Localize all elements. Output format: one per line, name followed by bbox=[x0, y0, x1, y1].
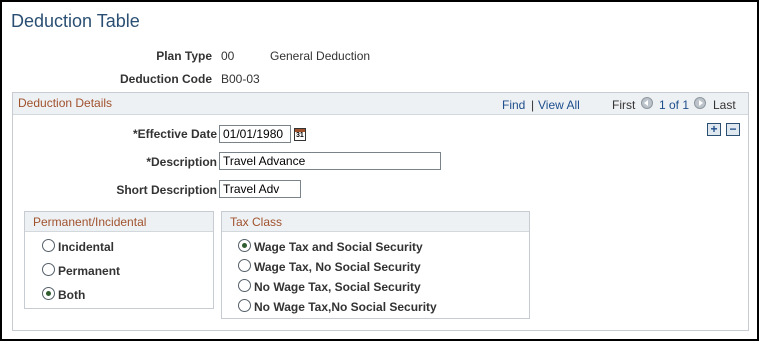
deduction-code-value: B00-03 bbox=[221, 72, 260, 86]
deduction-details-section: Deduction Details Find | View All First … bbox=[12, 92, 749, 331]
deduction-details-title: Deduction Details bbox=[18, 96, 113, 110]
tax-class-title: Tax Class bbox=[230, 215, 283, 229]
nav-separator: | bbox=[531, 98, 535, 112]
wage-tax-and-social-security-label: Wage Tax and Social Security bbox=[254, 240, 423, 254]
find-link[interactable]: Find bbox=[502, 98, 525, 112]
calendar-icon[interactable]: 31 bbox=[294, 128, 306, 141]
permanent-incidental-group: Permanent/Incidental Incidental Permanen… bbox=[24, 211, 214, 309]
plan-type-label: Plan Type bbox=[156, 49, 212, 63]
page-frame: Deduction Table Plan Type 00 General Ded… bbox=[0, 0, 759, 341]
deduction-code-label: Deduction Code bbox=[120, 72, 212, 86]
view-all-link[interactable]: View All bbox=[538, 98, 580, 112]
permanent-incidental-header: Permanent/Incidental bbox=[25, 212, 213, 232]
both-label: Both bbox=[58, 288, 86, 302]
first-label: First bbox=[612, 98, 636, 112]
effective-date-field[interactable]: 01/01/1980 bbox=[219, 125, 291, 143]
plan-type-code: 00 bbox=[221, 49, 235, 63]
tax-class-header: Tax Class bbox=[222, 212, 529, 232]
no-wage-tax-no-social-security-label: No Wage Tax,No Social Security bbox=[254, 300, 437, 314]
add-row-button[interactable]: + bbox=[707, 123, 721, 136]
delete-row-button[interactable]: − bbox=[726, 123, 740, 136]
wage-tax-no-social-security-radio[interactable] bbox=[238, 259, 251, 272]
incidental-radio[interactable] bbox=[42, 239, 55, 252]
effective-date-label: *Effective Date bbox=[132, 127, 217, 141]
page-title: Deduction Table bbox=[11, 11, 140, 31]
no-wage-tax-no-social-security-radio[interactable] bbox=[238, 299, 251, 312]
permanent-incidental-title: Permanent/Incidental bbox=[33, 215, 147, 229]
no-wage-tax-social-security-radio[interactable] bbox=[238, 279, 251, 292]
no-wage-tax-social-security-label: No Wage Tax, Social Security bbox=[254, 280, 421, 294]
previous-arrow-icon[interactable] bbox=[641, 97, 653, 109]
plan-type-description: General Deduction bbox=[270, 49, 371, 63]
last-label: Last bbox=[713, 98, 736, 112]
description-label: *Description bbox=[146, 155, 217, 169]
short-description-label: Short Description bbox=[116, 183, 217, 197]
short-description-field[interactable]: Travel Adv bbox=[219, 180, 301, 198]
permanent-label: Permanent bbox=[58, 264, 121, 278]
tax-class-group: Tax Class Wage Tax and Social Security W… bbox=[221, 211, 530, 319]
permanent-radio[interactable] bbox=[42, 263, 55, 276]
next-arrow-icon[interactable] bbox=[694, 97, 706, 109]
both-radio[interactable] bbox=[42, 287, 55, 300]
wage-tax-and-social-security-radio[interactable] bbox=[238, 239, 251, 252]
wage-tax-no-social-security-label: Wage Tax, No Social Security bbox=[254, 260, 421, 274]
row-range: 1 of 1 bbox=[659, 98, 690, 112]
deduction-details-header: Deduction Details Find | View All First … bbox=[13, 93, 748, 115]
incidental-label: Incidental bbox=[58, 240, 115, 254]
description-field[interactable]: Travel Advance bbox=[219, 152, 441, 170]
